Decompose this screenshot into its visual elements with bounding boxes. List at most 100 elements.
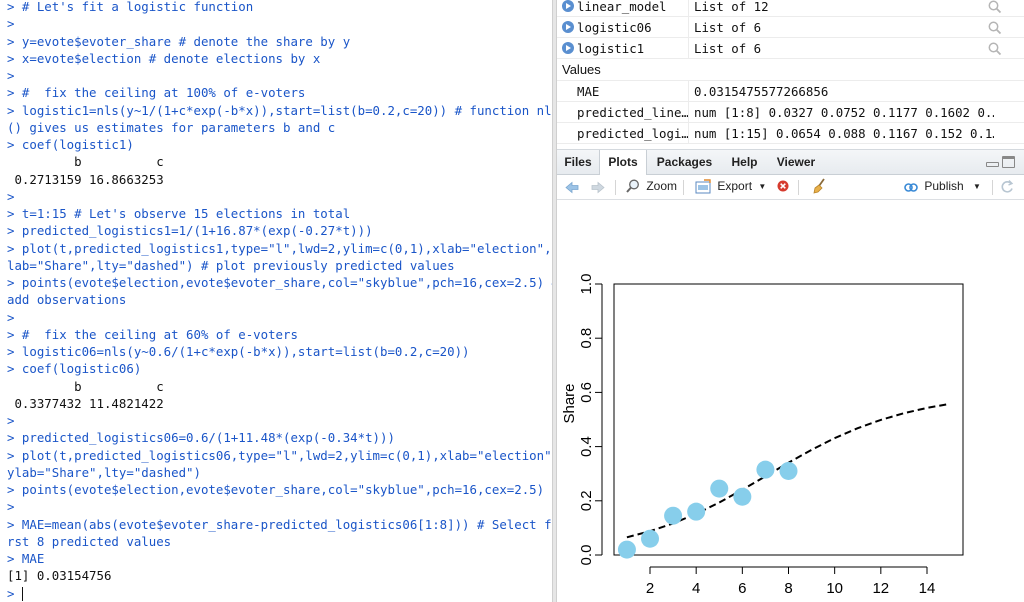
maximize-pane-icon[interactable] <box>1002 156 1015 168</box>
env-var-value: List of 6 <box>694 41 762 56</box>
text-cursor <box>21 587 23 601</box>
env-values-header: Values <box>557 59 1024 81</box>
tab-packages[interactable]: Packages <box>647 150 722 175</box>
chevron-down-icon: ▼ <box>758 182 767 191</box>
env-var-name: logistic1 <box>577 41 645 56</box>
publish-button[interactable]: Publish ▼ <box>903 175 981 200</box>
console-line: 0.2713159 16.8663253 <box>7 171 172 187</box>
y-tick-label: 0.0 <box>578 545 595 566</box>
window-controls <box>986 156 1018 170</box>
env-var-value: List of 6 <box>694 20 762 35</box>
console-line: add observations <box>7 292 127 308</box>
tab-viewer[interactable]: Viewer <box>767 150 825 175</box>
console-line: > <box>7 585 552 602</box>
y-tick-label: 1.0 <box>578 274 595 295</box>
expand-icon[interactable] <box>562 21 574 33</box>
observation-point <box>733 487 752 506</box>
forward-arrow-icon[interactable] <box>590 175 606 200</box>
console-line: > <box>7 188 15 204</box>
console-line: > t=1:15 # Let's observe 15 elections in… <box>7 206 351 221</box>
x-tick-label: 8 <box>784 580 792 597</box>
x-tick-label: 14 <box>919 580 936 597</box>
view-data-icon[interactable] <box>987 0 1003 15</box>
env-var-name: predicted_logi… <box>577 126 689 141</box>
x-tick-label: 6 <box>738 580 746 597</box>
console-line: > predicted_logistics06=0.6/(1+11.48*(ex… <box>7 430 395 446</box>
console-line: lab="Share",lty="dashed") # plot previou… <box>7 257 455 273</box>
console-line: > plot(t,predicted_logistics06,type="l",… <box>7 447 552 463</box>
console-line: [1] 0.03154756 <box>7 568 112 584</box>
minimize-pane-icon[interactable] <box>986 162 999 167</box>
y-tick-label: 0.4 <box>578 436 595 457</box>
observation-point <box>756 460 775 479</box>
env-var-name: predicted_line… <box>577 105 689 120</box>
publish-label: Publish <box>924 179 964 193</box>
env-value-row[interactable]: predicted_line… num [1:8] 0.0327 0.0752 0… <box>557 102 1024 123</box>
x-tick-label: 10 <box>826 580 843 597</box>
observation-point <box>687 502 706 521</box>
env-value-row[interactable]: MAE 0.0315475577266856 <box>557 81 1024 102</box>
console-line: > points(evote$election,evote$evoter_sha… <box>7 275 552 290</box>
observation-point <box>617 540 636 559</box>
view-data-icon[interactable] <box>987 20 1003 36</box>
remove-plot-button[interactable] <box>776 175 790 200</box>
env-data-row[interactable]: logistic1 List of 6 <box>557 38 1024 59</box>
console-line: > <box>7 499 15 515</box>
pane-tabbar: Files Plots Packages Help Viewer <box>557 149 1024 176</box>
console-line: > x=evote$election # denote elections by… <box>7 50 321 66</box>
remove-plot-icon <box>777 180 789 192</box>
env-var-name: logistic06 <box>577 20 652 35</box>
console-line: > <box>7 413 15 428</box>
observation-point <box>779 461 798 480</box>
clear-plots-button[interactable] <box>812 175 828 200</box>
console-line: > logistic1=nls(y~1/(1+c*exp(-b*x)),star… <box>7 102 552 118</box>
console-line: > <box>7 68 15 83</box>
console-line: > # fix the ceiling at 100% of e-voters <box>7 85 306 101</box>
observation-point <box>664 506 683 525</box>
files-plots-pane: Files Plots Packages Help Viewer Zoom Ex… <box>557 149 1024 602</box>
expand-icon[interactable] <box>562 42 574 54</box>
logistic-plot: 24681012140.00.20.40.60.81.0electionShar… <box>561 274 964 597</box>
expand-icon[interactable] <box>562 0 574 12</box>
y-tick-label: 0.6 <box>578 382 595 403</box>
back-arrow-icon[interactable] <box>564 175 580 200</box>
console-line: > predicted_logistics1=1/(1+16.87*(exp(-… <box>7 223 373 239</box>
console-line: > y=evote$evoter_share # denote the shar… <box>7 33 351 49</box>
zoom-label: Zoom <box>646 179 678 193</box>
view-data-icon[interactable] <box>987 41 1003 57</box>
console-line: > logistic06=nls(y~0.6/(1+c*exp(-b*x)),s… <box>7 344 470 359</box>
export-label: Export <box>717 179 753 193</box>
tab-files[interactable]: Files <box>557 150 599 175</box>
tab-plots[interactable]: Plots <box>599 150 647 176</box>
console-line: > <box>7 16 15 32</box>
console-line: rst 8 predicted values <box>7 533 172 549</box>
zoom-button[interactable]: Zoom <box>625 175 677 200</box>
export-menu-button[interactable]: Export ▼ <box>694 175 766 200</box>
console-line: b c <box>7 154 172 170</box>
env-var-value: num [1:15] 0.0654 0.088 0.1167 0.152 0.1… <box>694 126 994 141</box>
observation-point <box>641 529 660 548</box>
refresh-icon <box>1001 180 1014 193</box>
env-var-name: MAE <box>577 84 600 99</box>
env-var-value: 0.0315475577266856 <box>694 84 829 99</box>
tab-help[interactable]: Help <box>722 150 767 175</box>
console-output: > # Let's fit a logistic function > > y=ev… <box>7 0 552 602</box>
y-tick-label: 0.2 <box>578 490 595 511</box>
plot-viewer: 24681012140.00.20.40.60.81.0electionShar… <box>557 200 1024 602</box>
env-data-row[interactable]: logistic06 List of 6 <box>557 17 1024 38</box>
env-var-name: linear_model <box>577 0 667 14</box>
observation-point <box>710 479 729 498</box>
export-icon <box>695 179 711 194</box>
x-tick-label: 4 <box>692 580 700 597</box>
env-data-row[interactable]: linear_model List of 12 <box>557 0 1024 17</box>
console-line: 0.3377432 11.4821422 <box>7 395 172 411</box>
console-line: > # Let's fit a logistic function <box>7 0 254 14</box>
console-line: > <box>7 309 15 325</box>
environment-pane: linear_model List of 12 logistic06 List of … <box>557 0 1024 148</box>
console-pane[interactable]: > # Let's fit a logistic function > > y=ev… <box>0 0 552 602</box>
env-value-row[interactable]: predicted_logi… num [1:15] 0.0654 0.088 0… <box>557 123 1024 144</box>
refresh-button[interactable] <box>999 175 1015 200</box>
console-line: > MAE=mean(abs(evote$evoter_share-predic… <box>7 516 552 532</box>
zoom-icon <box>626 179 639 193</box>
y-tick-label: 0.8 <box>578 328 595 349</box>
